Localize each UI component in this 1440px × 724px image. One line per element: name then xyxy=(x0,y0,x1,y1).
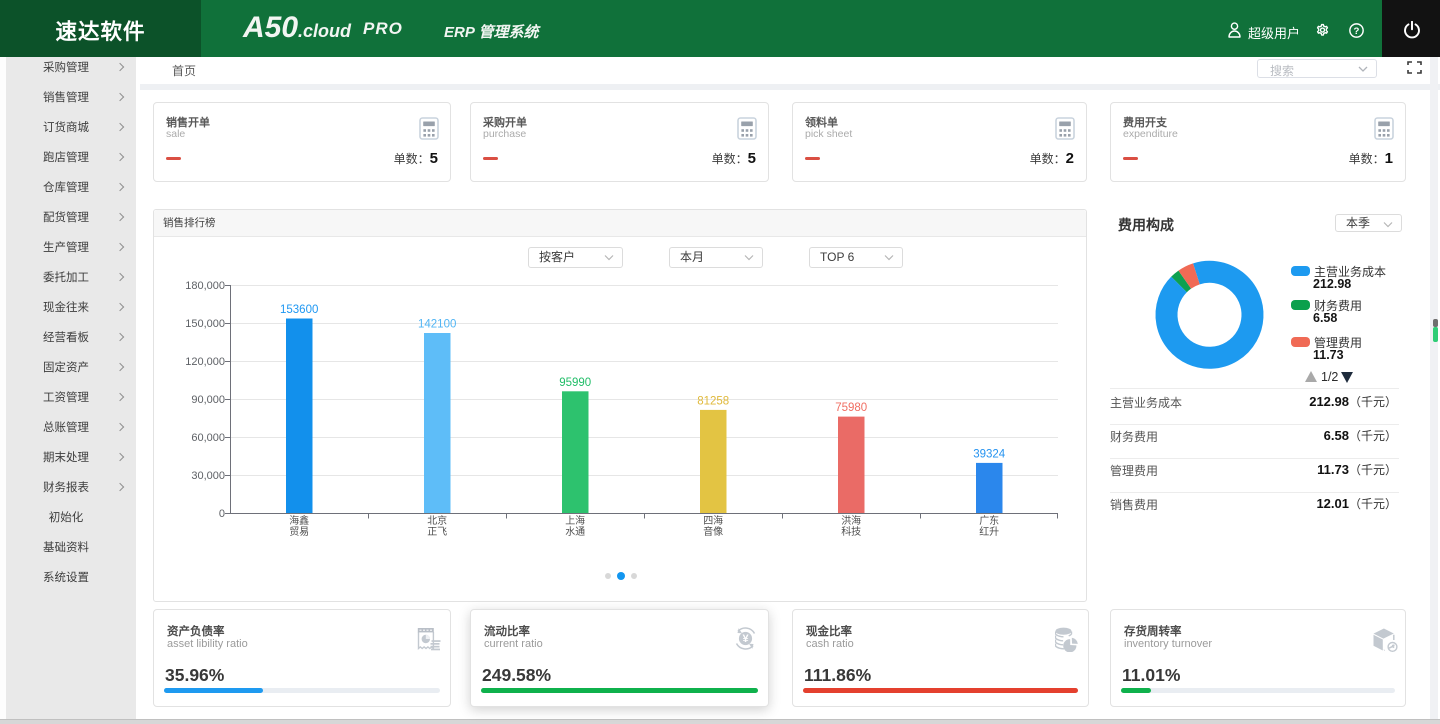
svg-text:39324: 39324 xyxy=(973,448,1006,460)
svg-text:音像: 音像 xyxy=(703,525,723,538)
svg-text:贸易: 贸易 xyxy=(289,526,309,538)
svg-text:150,000: 150,000 xyxy=(185,318,225,330)
svg-text:153600: 153600 xyxy=(280,304,318,316)
svg-text:0: 0 xyxy=(219,508,225,520)
svg-text:海鑫: 海鑫 xyxy=(289,514,309,527)
svg-text:上海: 上海 xyxy=(565,514,585,527)
svg-text:北京: 北京 xyxy=(427,514,447,527)
svg-text:90,000: 90,000 xyxy=(191,394,225,406)
svg-text:¥: ¥ xyxy=(742,633,749,645)
svg-text:洪海: 洪海 xyxy=(841,514,861,527)
svg-text:60,000: 60,000 xyxy=(191,432,225,444)
svg-text:75980: 75980 xyxy=(835,402,867,414)
svg-text:正飞: 正飞 xyxy=(427,527,447,538)
svg-text:95990: 95990 xyxy=(559,377,591,389)
svg-text:81258: 81258 xyxy=(697,395,729,407)
svg-text:30,000: 30,000 xyxy=(191,470,225,482)
svg-text:科技: 科技 xyxy=(841,525,861,538)
svg-text:广东: 广东 xyxy=(979,514,999,527)
svg-text:红升: 红升 xyxy=(979,525,999,538)
svg-text:四海: 四海 xyxy=(703,514,723,527)
svg-text:?: ? xyxy=(1354,26,1360,37)
svg-text:180,000: 180,000 xyxy=(185,280,225,292)
svg-text:120,000: 120,000 xyxy=(185,356,225,368)
svg-text:水通: 水通 xyxy=(565,526,585,538)
svg-text:142100: 142100 xyxy=(418,319,456,331)
